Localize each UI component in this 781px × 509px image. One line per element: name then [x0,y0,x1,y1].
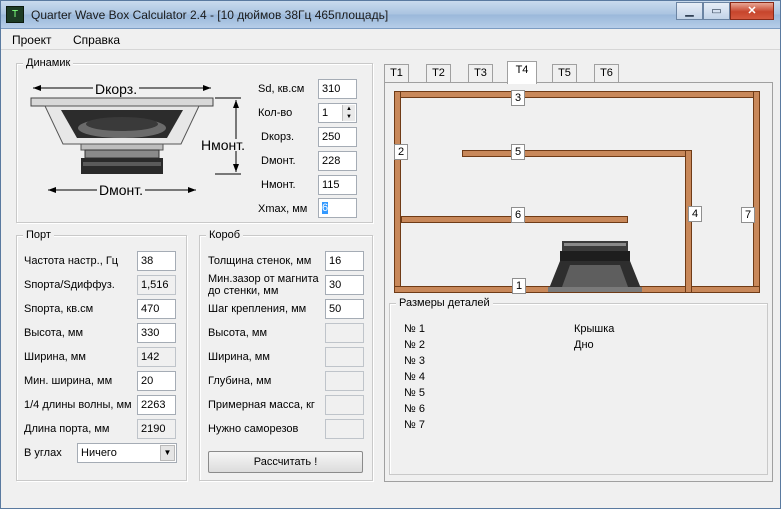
mount-step-label: Шаг крепления, мм [208,303,307,315]
part-item-3: № 3 [404,355,425,367]
box-height-field [325,323,364,343]
port-ratio-field: 1,516 [137,275,176,295]
part-item-5: № 5 [404,387,425,399]
mount-step-field[interactable]: 50 [325,299,364,319]
dmont-field[interactable]: 228 [318,151,357,171]
box-depth-field [325,371,364,391]
calculate-button[interactable]: Рассчитать ! [208,451,363,473]
diagram-hmont-label: Hмонт. [199,137,248,153]
xmax-field[interactable]: 6 [318,198,357,218]
menu-bar: Проект Справка [1,30,780,50]
port-width-field: 142 [137,347,176,367]
diagram-dcorz-label: Dкорз. [93,81,140,97]
xmax-label: Xmax, мм [258,203,308,215]
panel-label-4: 4 [688,206,702,222]
tab-t6[interactable]: T6 [594,64,619,83]
panel-label-6: 6 [511,207,525,223]
part-item-6: № 6 [404,403,425,415]
box-depth-label: Глубина, мм [208,375,272,387]
speaker-group-label: Динамик [23,57,74,69]
port-width-label: Ширина, мм [24,351,86,363]
panel-partition-5 [462,150,692,157]
port-length-label: Длина порта, мм [24,423,110,435]
dmont-label: Dмонт. [261,155,296,167]
box-group-label: Короб [206,229,244,241]
part-name-1: Крышка [574,323,615,335]
screws-label: Нужно саморезов [208,423,299,435]
tab-t4[interactable]: T4 [507,61,537,84]
part-sizes-group-label: Размеры деталей [396,297,493,309]
port-min-width-label: Мин. ширина, мм [24,375,113,387]
wall-thickness-field[interactable]: 16 [325,251,364,271]
box-width-label: Ширина, мм [208,351,270,363]
tab-t2[interactable]: T2 [426,64,451,83]
menu-help[interactable]: Справка [73,33,120,47]
port-freq-label: Частота настр., Гц [24,255,119,267]
stepper-arrows-icon[interactable]: ▲ ▼ [342,105,355,121]
minimize-button[interactable]: ▁ [676,2,703,20]
panel-label-1: 1 [512,278,526,294]
panel-left-board [394,91,401,293]
part-item-7: № 7 [404,419,425,431]
panel-label-7: 7 [741,207,755,223]
menu-project[interactable]: Проект [12,33,52,47]
hmont-field[interactable]: 115 [318,175,357,195]
panel-right-board [753,91,760,293]
corners-label: В углах [24,447,62,459]
terminal-app-icon[interactable]: Т [6,6,24,23]
box-width-field [325,347,364,367]
panel-label-2: 2 [394,144,408,160]
part-name-2: Дно [574,339,594,351]
hmont-label: Hмонт. [261,179,296,191]
app-window: Т Quarter Wave Box Calculator 2.4 - [10 … [0,0,781,509]
port-freq-field[interactable]: 38 [137,251,176,271]
magnet-gap-field[interactable]: 30 [325,275,364,295]
port-min-width-field[interactable]: 20 [137,371,176,391]
panel-label-3: 3 [511,90,525,106]
maximize-button[interactable]: ▭ [703,2,730,20]
title-bar[interactable]: Т Quarter Wave Box Calculator 2.4 - [10 … [1,1,780,29]
quarter-wave-field[interactable]: 2263 [137,395,176,415]
xmax-value: 6 [322,202,329,214]
port-area-label: Sпорта, кв.см [24,303,94,315]
port-length-field: 2190 [137,419,176,439]
port-height-field[interactable]: 330 [137,323,176,343]
panel-top-board [394,91,760,98]
subwoofer-icon [548,241,642,292]
close-button[interactable]: ✕ [730,2,774,20]
wall-thickness-label: Толщина стенок, мм [208,255,312,267]
port-group-label: Порт [23,229,54,241]
box-mass-label: Примерная масса, кг [208,399,315,411]
tab-t3[interactable]: T3 [468,64,493,83]
screws-field [325,419,364,439]
dcorz-field[interactable]: 250 [318,127,357,147]
magnet-gap-label: Мин.зазор от магнита до стенки, мм [208,273,319,297]
window-title: Quarter Wave Box Calculator 2.4 - [10 дю… [31,8,389,22]
panel-label-5: 5 [511,144,525,160]
box-mass-field [325,395,364,415]
window-controls: ▁ ▭ ✕ [676,2,774,20]
port-ratio-label: Sпорта/Sдиффуз. [24,279,115,291]
port-area-field[interactable]: 470 [137,299,176,319]
part-item-2: № 2 [404,339,425,351]
count-value: 1 [322,107,329,119]
count-label: Кол-во [258,107,293,119]
diagram-dmont-label: Dмонт. [97,182,146,198]
chevron-down-icon[interactable]: ▼ [160,445,175,461]
sd-field[interactable]: 310 [318,79,357,99]
tab-t1[interactable]: T1 [384,64,409,83]
part-item-4: № 4 [404,371,425,383]
quarter-wave-label: 1/4 длины волны, мм [24,399,132,411]
corners-value: Ничего [81,447,117,459]
sd-label: Sd, кв.см [258,83,305,95]
corners-select[interactable]: Ничего ▼ [77,443,177,463]
part-sizes-group: Размеры деталей № 1 Крышка № 2 Дно № 3 №… [389,297,768,475]
dcorz-label: Dкорз. [261,131,295,143]
count-stepper[interactable]: 1 ▲ ▼ [318,103,357,123]
part-item-1: № 1 [404,323,425,335]
tab-t5[interactable]: T5 [552,64,577,83]
box-height-label: Высота, мм [208,327,268,339]
port-height-label: Высота, мм [24,327,84,339]
